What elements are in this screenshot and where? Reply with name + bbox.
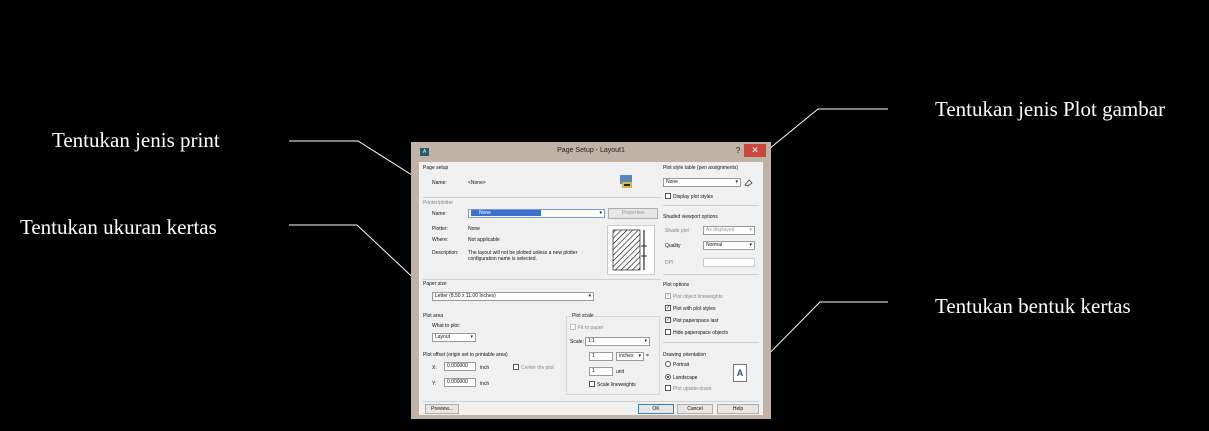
page-setup-name-value: <None> xyxy=(468,180,486,186)
quality-select[interactable]: Normal ▾ xyxy=(703,241,755,250)
paper-size-value: Letter (8.50 x 11.00 Inches) xyxy=(435,293,496,299)
paper-size-heading: Paper size xyxy=(423,281,447,287)
plot-upside-down-label: Plot upside-down xyxy=(673,386,712,392)
scale-value: 1:1 xyxy=(588,338,595,344)
equals-icon: = xyxy=(646,353,649,359)
chevron-down-icon: ▾ xyxy=(638,353,641,359)
dialog-titlebar[interactable]: A Page Setup - Layout1 ? ✕ xyxy=(411,142,771,162)
plot-scale-heading: Plot scale xyxy=(571,313,595,319)
plot-options-heading: Plot options xyxy=(663,282,690,288)
plot-lineweights-checkbox[interactable]: ✓ xyxy=(665,293,671,299)
description-label: Description: xyxy=(432,250,459,256)
hide-paperspace-checkbox[interactable] xyxy=(665,329,671,335)
orientation-preview-icon: A xyxy=(733,364,747,382)
plot-with-styles-checkbox[interactable]: ✓ xyxy=(665,305,671,311)
leader-line-plot-type xyxy=(757,108,888,159)
hide-paperspace-label: Hide paperspace objects xyxy=(673,330,729,336)
dialog-title: Page Setup - Layout1 xyxy=(557,147,625,154)
where-label: Where: xyxy=(432,237,449,243)
landscape-label: Landscape xyxy=(673,375,698,381)
fit-to-paper-label: Fit to paper xyxy=(578,325,604,331)
chevron-down-icon: ▾ xyxy=(735,179,738,185)
where-value: Not applicable xyxy=(468,237,500,243)
fit-to-paper-checkbox[interactable] xyxy=(570,324,576,330)
help-button[interactable]: Help xyxy=(717,404,759,414)
display-plot-styles-label: Display plot styles xyxy=(673,194,714,200)
page-setup-name-label: Name: xyxy=(432,180,447,186)
plot-offset-y-input[interactable]: 0.000000 xyxy=(444,378,476,387)
portrait-label: Portrait xyxy=(673,362,690,368)
portrait-radio[interactable] xyxy=(665,361,671,367)
plot-offset-y-unit: inch xyxy=(480,381,490,387)
scale-value-2-input[interactable]: 1 xyxy=(589,367,613,376)
printer-heading: Printer/plotter xyxy=(423,200,454,206)
close-button[interactable]: ✕ xyxy=(744,144,766,157)
plot-offset-x-unit: inch xyxy=(480,365,490,371)
plot-area-what-label: What to plot: xyxy=(432,323,461,329)
properties-button[interactable]: Properties xyxy=(608,208,658,219)
description-line-2: configuration name is selected. xyxy=(468,256,537,262)
plotter-label: Plotter: xyxy=(432,226,448,232)
paper-size-select[interactable]: Letter (8.50 x 11.00 Inches) ▾ xyxy=(432,292,594,301)
display-plot-styles-checkbox[interactable] xyxy=(665,193,671,199)
chevron-down-icon: ▾ xyxy=(749,227,752,233)
plot-style-value: None xyxy=(666,179,678,185)
dialog-body: Page setup Name: <None> Printer/plotter … xyxy=(419,162,763,415)
chevron-down-icon: ▾ xyxy=(470,334,473,340)
center-plot-checkbox[interactable] xyxy=(513,364,519,370)
plot-offset-x-label: X: xyxy=(432,365,437,371)
shade-plot-label: Shade plot xyxy=(665,228,689,234)
drawing-orientation-heading: Drawing orientation xyxy=(663,352,707,358)
shade-plot-value: As displayed xyxy=(706,227,735,233)
page-setup-icon xyxy=(619,174,633,189)
scale-unit-select[interactable]: inches ▾ xyxy=(616,352,644,361)
leader-line-print-type xyxy=(289,140,424,183)
quality-value: Normal xyxy=(706,242,723,248)
scale-value-1-input[interactable]: 1 xyxy=(589,352,613,361)
scale-label: Scale: xyxy=(570,339,584,345)
printer-name-label: Name: xyxy=(432,211,447,217)
plot-style-heading: Plot style table (pen assignments) xyxy=(663,165,739,171)
chevron-down-icon: ▾ xyxy=(749,242,752,248)
chevron-down-icon: ▾ xyxy=(588,293,591,299)
landscape-radio[interactable] xyxy=(665,374,671,380)
plot-paperspace-last-checkbox[interactable]: ✓ xyxy=(665,317,671,323)
plot-style-select[interactable]: None ▾ xyxy=(663,178,741,187)
chevron-down-icon: ▾ xyxy=(644,338,647,344)
leader-line-paper-size xyxy=(289,224,424,288)
printer-name-select[interactable]: None ▾ xyxy=(468,209,605,218)
preview-button[interactable]: Preview... xyxy=(425,404,459,414)
plot-paperspace-last-label: Plot paperspace last xyxy=(673,318,719,324)
plotter-value: None xyxy=(468,226,480,232)
dpi-label: DPI xyxy=(665,260,674,266)
what-to-plot-select[interactable]: Layout ▾ xyxy=(432,333,476,342)
plot-lineweights-label: Plot object lineweights xyxy=(673,294,723,300)
page-setup-heading: Page setup xyxy=(423,165,449,171)
paper-preview xyxy=(607,225,655,275)
chevron-down-icon: ▾ xyxy=(599,210,602,216)
center-plot-label: Center the plot xyxy=(521,365,554,371)
page-setup-dialog: A Page Setup - Layout1 ? ✕ Page setup Na… xyxy=(411,142,771,419)
scale-unit-2-label: unit xyxy=(616,369,625,375)
plot-offset-x-input[interactable]: 0.000000 xyxy=(444,362,476,371)
edit-plot-style-icon[interactable] xyxy=(744,178,753,187)
scale-lineweights-label: Scale lineweights xyxy=(597,382,636,388)
scale-lineweights-checkbox[interactable] xyxy=(589,381,595,387)
cancel-button[interactable]: Cancel xyxy=(677,404,713,414)
plot-with-styles-label: Plot with plot styles xyxy=(673,306,716,312)
shade-plot-select[interactable]: As displayed ▾ xyxy=(703,226,755,235)
shaded-viewport-heading: Shaded viewport options xyxy=(663,214,718,220)
help-icon[interactable]: ? xyxy=(733,146,743,156)
scale-unit-value: inches xyxy=(619,353,634,359)
what-to-plot-value: Layout xyxy=(435,334,451,340)
dpi-input[interactable] xyxy=(703,258,755,267)
printer-name-value: None xyxy=(471,210,541,216)
quality-label: Quality xyxy=(665,243,681,249)
ok-button[interactable]: OK xyxy=(638,404,674,414)
scale-select[interactable]: 1:1 ▾ xyxy=(585,337,650,346)
plot-upside-down-checkbox[interactable] xyxy=(665,385,671,391)
plot-offset-y-label: Y: xyxy=(432,381,437,387)
plot-area-heading: Plot area xyxy=(423,313,444,319)
plot-offset-heading: Plot offset (origin set to printable are… xyxy=(423,352,508,358)
